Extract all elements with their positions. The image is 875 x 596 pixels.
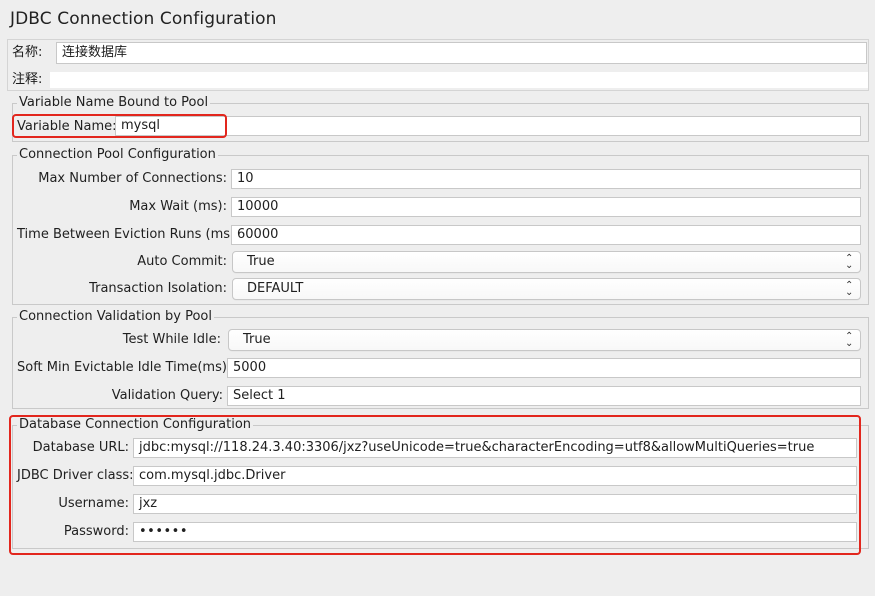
updown-chevron-icon: ⌃ ⌄: [845, 331, 854, 349]
comment-input[interactable]: [50, 72, 868, 88]
comment-label: 注释:: [12, 72, 43, 87]
test-idle-select[interactable]: True ⌃ ⌄: [228, 329, 861, 351]
auto-commit-select[interactable]: True ⌃ ⌄: [232, 251, 861, 273]
password-input[interactable]: ••••••: [133, 522, 857, 542]
auto-commit-label: Auto Commit:: [137, 254, 227, 269]
max-connections-input[interactable]: 10: [231, 169, 861, 189]
variable-name-input[interactable]: mysql: [115, 116, 861, 136]
name-input[interactable]: 连接数据库: [56, 42, 867, 64]
test-idle-label: Test While Idle:: [122, 332, 221, 347]
validation-query-label: Validation Query:: [111, 388, 223, 403]
database-url-label: Database URL:: [32, 440, 129, 455]
eviction-runs-input[interactable]: 60000: [231, 225, 861, 245]
jdbc-config-page: JDBC Connection Configuration 名称: 连接数据库 …: [0, 0, 875, 596]
transaction-isolation-select[interactable]: DEFAULT ⌃ ⌄: [232, 278, 861, 300]
max-wait-input[interactable]: 10000: [231, 197, 861, 217]
max-wait-label: Max Wait (ms):: [129, 199, 227, 214]
validation-query-input[interactable]: Select 1: [227, 386, 861, 406]
database-url-input[interactable]: jdbc:mysql://118.24.3.40:3306/jxz?useUni…: [133, 438, 857, 458]
variable-section-title: Variable Name Bound to Pool: [17, 95, 211, 111]
driver-class-label: JDBC Driver class:: [17, 468, 134, 483]
page-title: JDBC Connection Configuration: [10, 9, 277, 29]
transaction-isolation-label: Transaction Isolation:: [89, 281, 227, 296]
database-section-title: Database Connection Configuration: [17, 417, 254, 433]
eviction-runs-label: Time Between Eviction Runs (ms):: [17, 227, 240, 242]
transaction-isolation-value: DEFAULT: [247, 281, 304, 296]
soft-min-input[interactable]: 5000: [227, 358, 861, 378]
soft-min-label: Soft Min Evictable Idle Time(ms):: [17, 360, 232, 375]
username-input[interactable]: jxz: [133, 494, 857, 514]
name-label: 名称:: [12, 45, 43, 60]
password-label: Password:: [63, 524, 129, 539]
auto-commit-value: True: [247, 254, 275, 269]
updown-chevron-icon: ⌃ ⌄: [845, 280, 854, 298]
driver-class-input[interactable]: com.mysql.jdbc.Driver: [133, 466, 857, 486]
username-label: Username:: [58, 496, 129, 511]
validation-section-title: Connection Validation by Pool: [17, 309, 214, 325]
connection-pool-section-title: Connection Pool Configuration: [17, 147, 218, 163]
variable-name-label: Variable Name:: [17, 119, 117, 134]
updown-chevron-icon: ⌃ ⌄: [845, 253, 854, 271]
test-idle-value: True: [243, 332, 271, 347]
max-connections-label: Max Number of Connections:: [38, 171, 227, 186]
